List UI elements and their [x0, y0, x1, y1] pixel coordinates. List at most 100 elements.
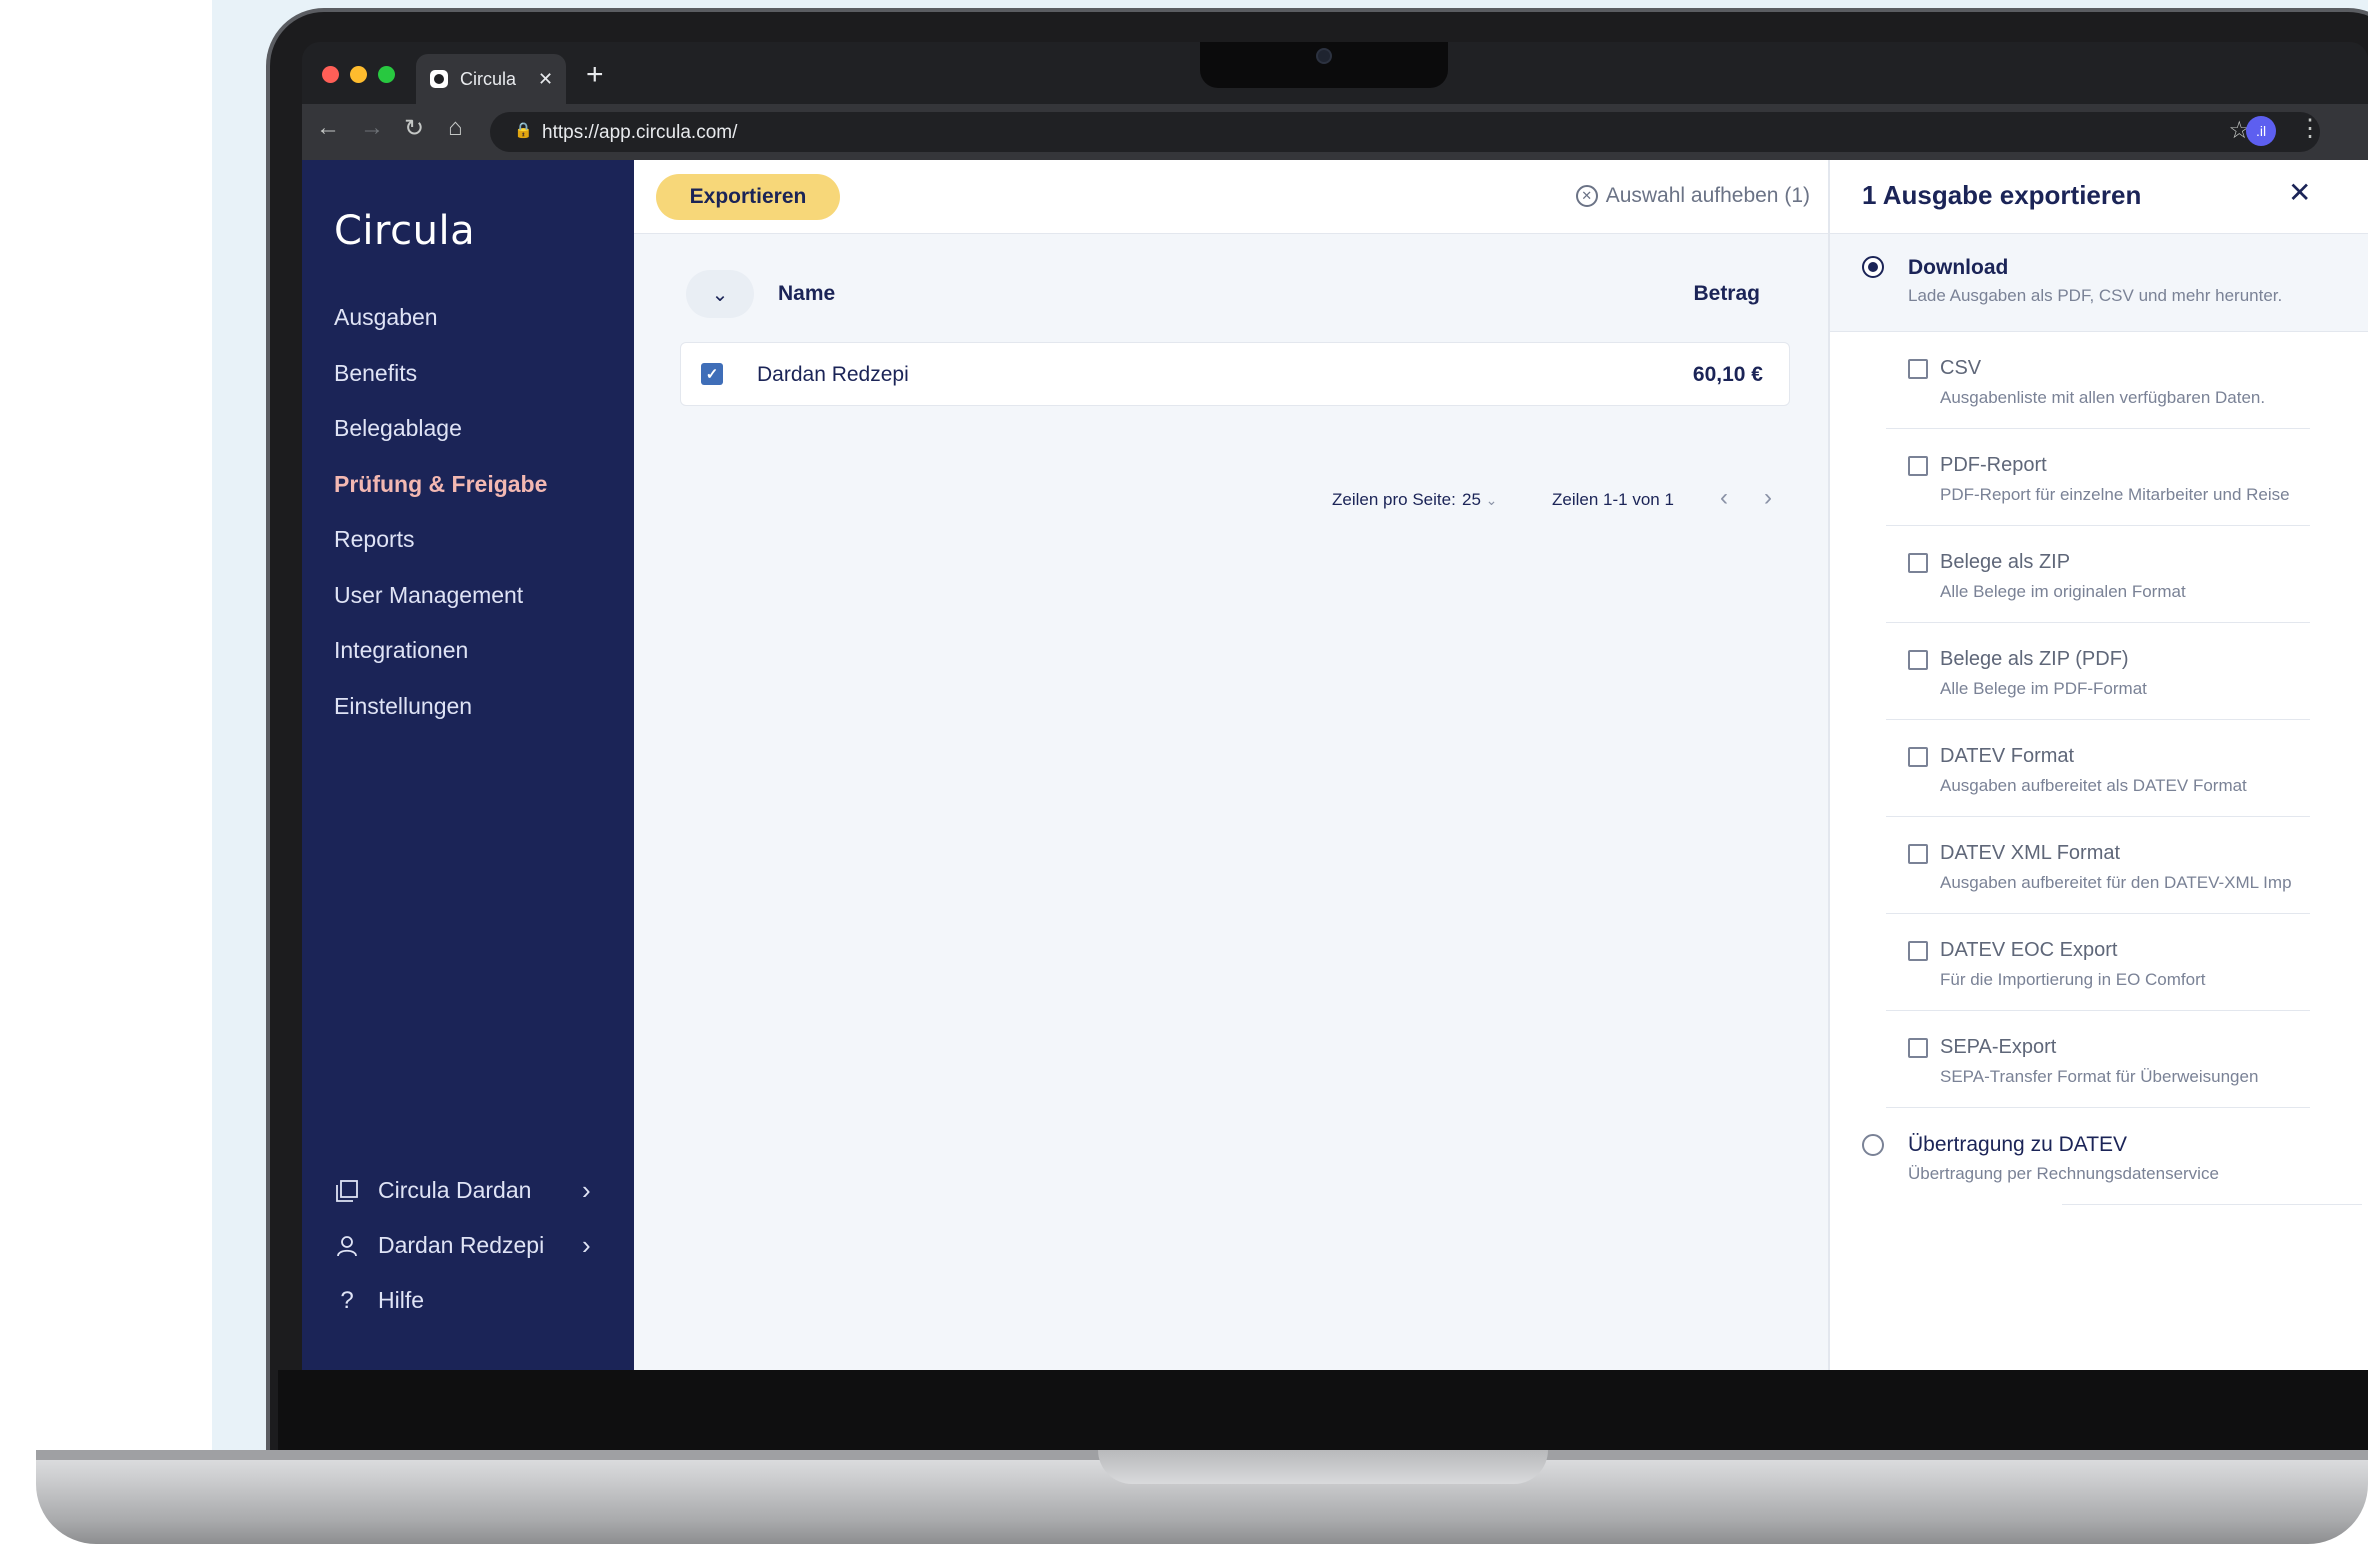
- divider: [1886, 913, 2310, 914]
- company-switcher[interactable]: Circula Dardan ›: [334, 1175, 591, 1205]
- divider: [1886, 719, 2310, 720]
- close-window-dot[interactable]: [322, 66, 339, 83]
- sidebar-item-user-management[interactable]: User Management: [334, 582, 523, 609]
- tab-title: Circula: [460, 68, 517, 89]
- clear-circle-icon: ✕: [1575, 185, 1598, 207]
- sidebar-item-reports[interactable]: Reports: [334, 526, 415, 553]
- option-title-pdf-report[interactable]: PDF-Report: [1940, 454, 2047, 477]
- browser-menu-icon[interactable]: ⋮: [2298, 114, 2322, 143]
- download-radio[interactable]: [1862, 256, 1884, 278]
- minimize-window-dot[interactable]: [350, 66, 367, 83]
- row-checkbox[interactable]: ✓: [701, 363, 723, 385]
- clear-selection-button[interactable]: ✕ Auswahl aufheben (1): [1575, 184, 1810, 208]
- tab-close-icon[interactable]: ✕: [538, 69, 553, 90]
- brand-logo[interactable]: Circula: [334, 208, 475, 254]
- datev-transfer-subtitle: Übertragung per Rechnungsdatenservice: [1908, 1164, 2219, 1183]
- previous-page-icon[interactable]: ‹: [1720, 484, 1728, 512]
- sidebar-item-benefits[interactable]: Benefits: [334, 360, 417, 387]
- download-title: Download: [1908, 256, 2009, 279]
- row-name: Dardan Redzepi: [757, 363, 909, 386]
- action-bar: Exportieren ✕ Auswahl aufheben (1): [634, 160, 1828, 234]
- browser-tab[interactable]: Circula ✕: [416, 54, 566, 104]
- dropdown-chevron-icon: ⌄: [1485, 492, 1498, 508]
- option-title-datev-xml[interactable]: DATEV XML Format: [1940, 842, 2120, 865]
- divider: [1886, 816, 2310, 817]
- laptop-chin: [278, 1370, 2368, 1450]
- option-title-datev-format[interactable]: DATEV Format: [1940, 745, 2074, 768]
- chevron-down-icon[interactable]: ⌄: [686, 270, 754, 318]
- chevron-right-icon: ›: [582, 1230, 591, 1260]
- row-amount: 60,10 €: [1692, 363, 1763, 386]
- option-checkbox-sepa[interactable]: [1908, 1038, 1928, 1058]
- help-link[interactable]: ? Hilfe: [334, 1287, 424, 1314]
- home-icon[interactable]: ⌂: [448, 114, 463, 142]
- user-name: Dardan Redzepi: [378, 1232, 545, 1258]
- divider: [2062, 1204, 2362, 1205]
- option-title-belege-zip[interactable]: Belege als ZIP: [1940, 551, 2070, 574]
- close-icon[interactable]: ✕: [2288, 176, 2311, 209]
- divider: [1886, 1107, 2310, 1108]
- option-subtitle-belege-zip-pdf: Alle Belege im PDF-Format: [1940, 679, 2147, 698]
- user-menu[interactable]: Dardan Redzepi ›: [334, 1230, 591, 1260]
- divider: [1886, 622, 2310, 623]
- option-title-csv[interactable]: CSV: [1940, 357, 1981, 380]
- option-checkbox-datev-eoc[interactable]: [1908, 941, 1928, 961]
- lock-icon: 🔒: [514, 122, 533, 139]
- option-checkbox-belege-zip[interactable]: [1908, 553, 1928, 573]
- option-checkbox-datev-xml[interactable]: [1908, 844, 1928, 864]
- profile-avatar[interactable]: .il: [2246, 116, 2276, 146]
- option-checkbox-pdf-report[interactable]: [1908, 456, 1928, 476]
- company-icon: [334, 1178, 360, 1204]
- address-bar[interactable]: 🔒 https://app.circula.com/ ☆: [490, 112, 2320, 152]
- sidebar-item-integrationen[interactable]: Integrationen: [334, 637, 468, 664]
- column-header-name[interactable]: Name: [778, 282, 835, 306]
- option-title-sepa[interactable]: SEPA-Export: [1940, 1036, 2056, 1059]
- divider: [1886, 525, 2310, 526]
- maximize-window-dot[interactable]: [378, 66, 395, 83]
- option-checkbox-belege-zip-pdf[interactable]: [1908, 650, 1928, 670]
- url-text: https://app.circula.com/: [542, 122, 738, 143]
- datev-transfer-radio[interactable]: [1862, 1134, 1884, 1156]
- user-icon: [334, 1233, 360, 1259]
- help-label: Hilfe: [378, 1287, 425, 1313]
- option-subtitle-belege-zip: Alle Belege im originalen Format: [1940, 582, 2186, 601]
- help-icon: ?: [340, 1286, 354, 1314]
- company-name: Circula Dardan: [378, 1177, 532, 1203]
- option-subtitle-datev-eoc: Für die Importierung in EO Comfort: [1940, 970, 2206, 989]
- table-row[interactable]: ✓ Dardan Redzepi 60,10 €: [680, 342, 1790, 406]
- rows-per-page-select[interactable]: 25 ⌄: [1462, 490, 1497, 510]
- app-root: Circula Ausgaben Benefits Belegablage Pr…: [302, 160, 2368, 1370]
- sidebar-item-ausgaben[interactable]: Ausgaben: [334, 304, 438, 331]
- circula-favicon-icon: [430, 70, 448, 88]
- divider: [1886, 428, 2310, 429]
- next-page-icon[interactable]: ›: [1764, 484, 1772, 512]
- laptop-screen: Circula ✕ + ← → ↻ ⌂ 🔒 https://app.circul…: [302, 42, 2368, 1370]
- divider: [1886, 1010, 2310, 1011]
- column-header-amount[interactable]: Betrag: [1693, 282, 1760, 306]
- export-button[interactable]: Exportieren: [656, 174, 840, 220]
- download-option[interactable]: Download Lade Ausgaben als PDF, CSV und …: [1830, 234, 2368, 332]
- datev-transfer-title[interactable]: Übertragung zu DATEV: [1908, 1133, 2127, 1157]
- new-tab-icon[interactable]: +: [586, 58, 604, 92]
- sidebar-item-pruefung-freigabe[interactable]: Prüfung & Freigabe: [334, 471, 547, 498]
- panel-header: 1 Ausgabe exportieren ✕: [1830, 160, 2368, 234]
- option-title-datev-eoc[interactable]: DATEV EOC Export: [1940, 939, 2117, 962]
- reload-icon[interactable]: ↻: [404, 114, 424, 143]
- sidebar-item-einstellungen[interactable]: Einstellungen: [334, 693, 472, 720]
- option-checkbox-datev-format[interactable]: [1908, 747, 1928, 767]
- option-checkbox-csv[interactable]: [1908, 359, 1928, 379]
- option-subtitle-datev-xml: Ausgaben aufbereitet für den DATEV-XML I…: [1940, 873, 2292, 892]
- table-header: ⌄ Name Betrag: [686, 270, 1786, 322]
- laptop-opening-notch: [1098, 1450, 1548, 1484]
- forward-arrow-icon[interactable]: →: [360, 114, 384, 142]
- option-subtitle-csv: Ausgabenliste mit allen verfügbaren Date…: [1940, 388, 2266, 407]
- export-panel: 1 Ausgabe exportieren ✕ Download Lade Au…: [1828, 160, 2368, 1370]
- panel-title: 1 Ausgabe exportieren: [1862, 180, 2142, 210]
- chevron-right-icon: ›: [582, 1175, 591, 1205]
- sidebar-item-belegablage[interactable]: Belegablage: [334, 415, 462, 442]
- option-subtitle-sepa: SEPA-Transfer Format für Überweisungen: [1940, 1067, 2259, 1086]
- back-arrow-icon[interactable]: ←: [316, 114, 340, 142]
- option-subtitle-datev-format: Ausgaben aufbereitet als DATEV Format: [1940, 776, 2247, 795]
- option-subtitle-pdf-report: PDF-Report für einzelne Mitarbeiter und …: [1940, 485, 2290, 504]
- option-title-belege-zip-pdf[interactable]: Belege als ZIP (PDF): [1940, 648, 2129, 671]
